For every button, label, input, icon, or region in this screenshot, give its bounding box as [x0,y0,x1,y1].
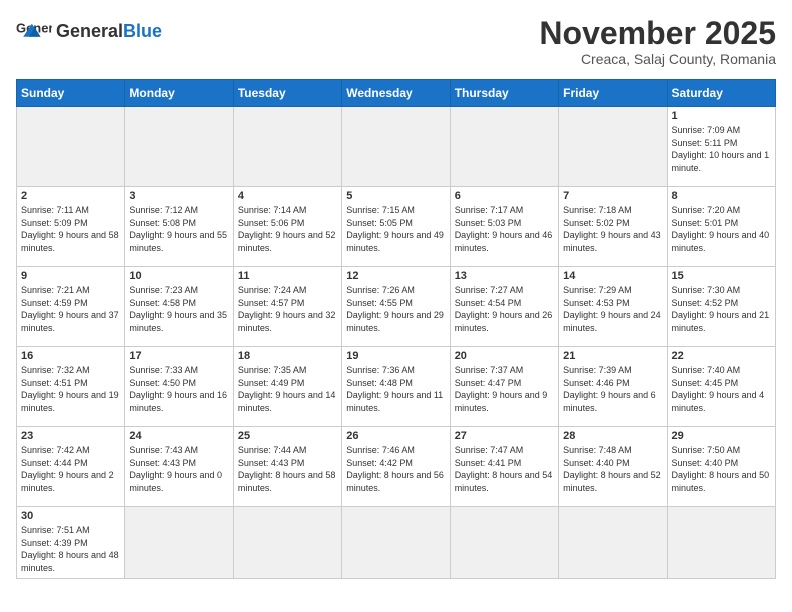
day-21: 21 Sunrise: 7:39 AM Sunset: 4:46 PM Dayl… [559,347,667,427]
day-2: 2 Sunrise: 7:11 AM Sunset: 5:09 PM Dayli… [17,187,125,267]
weekday-header-row: Sunday Monday Tuesday Wednesday Thursday… [17,80,776,107]
empty-cell [559,507,667,578]
day-30: 30 Sunrise: 7:51 AM Sunset: 4:39 PM Dayl… [17,507,125,578]
empty-cell [450,107,558,187]
empty-cell [559,107,667,187]
day-13: 13 Sunrise: 7:27 AM Sunset: 4:54 PM Dayl… [450,267,558,347]
calendar-row-3: 9 Sunrise: 7:21 AM Sunset: 4:59 PM Dayli… [17,267,776,347]
calendar-row-4: 16 Sunrise: 7:32 AM Sunset: 4:51 PM Dayl… [17,347,776,427]
header-friday: Friday [559,80,667,107]
day-19: 19 Sunrise: 7:36 AM Sunset: 4:48 PM Dayl… [342,347,450,427]
title-block: November 2025 Creaca, Salaj County, Roma… [539,16,776,67]
empty-cell [125,107,233,187]
page-header: General GeneralBlue November 2025 Creaca… [16,16,776,67]
calendar-row-6: 30 Sunrise: 7:51 AM Sunset: 4:39 PM Dayl… [17,507,776,578]
empty-cell [233,507,341,578]
header-monday: Monday [125,80,233,107]
day-6: 6 Sunrise: 7:17 AM Sunset: 5:03 PM Dayli… [450,187,558,267]
day-12: 12 Sunrise: 7:26 AM Sunset: 4:55 PM Dayl… [342,267,450,347]
day-20: 20 Sunrise: 7:37 AM Sunset: 4:47 PM Dayl… [450,347,558,427]
month-year-title: November 2025 [539,16,776,51]
day-10: 10 Sunrise: 7:23 AM Sunset: 4:58 PM Dayl… [125,267,233,347]
header-sunday: Sunday [17,80,125,107]
empty-cell [342,107,450,187]
day-3: 3 Sunrise: 7:12 AM Sunset: 5:08 PM Dayli… [125,187,233,267]
logo: General GeneralBlue [16,16,162,46]
day-11: 11 Sunrise: 7:24 AM Sunset: 4:57 PM Dayl… [233,267,341,347]
day-23: 23 Sunrise: 7:42 AM Sunset: 4:44 PM Dayl… [17,427,125,507]
empty-cell [125,507,233,578]
day-7: 7 Sunrise: 7:18 AM Sunset: 5:02 PM Dayli… [559,187,667,267]
day-22: 22 Sunrise: 7:40 AM Sunset: 4:45 PM Dayl… [667,347,775,427]
header-saturday: Saturday [667,80,775,107]
calendar-row-5: 23 Sunrise: 7:42 AM Sunset: 4:44 PM Dayl… [17,427,776,507]
day-9: 9 Sunrise: 7:21 AM Sunset: 4:59 PM Dayli… [17,267,125,347]
day-24: 24 Sunrise: 7:43 AM Sunset: 4:43 PM Dayl… [125,427,233,507]
day-17: 17 Sunrise: 7:33 AM Sunset: 4:50 PM Dayl… [125,347,233,427]
empty-cell [17,107,125,187]
day-14: 14 Sunrise: 7:29 AM Sunset: 4:53 PM Dayl… [559,267,667,347]
day-5: 5 Sunrise: 7:15 AM Sunset: 5:05 PM Dayli… [342,187,450,267]
day-8: 8 Sunrise: 7:20 AM Sunset: 5:01 PM Dayli… [667,187,775,267]
day-1: 1 Sunrise: 7:09 AM Sunset: 5:11 PM Dayli… [667,107,775,187]
location-subtitle: Creaca, Salaj County, Romania [539,51,776,67]
header-wednesday: Wednesday [342,80,450,107]
logo-icon: General [16,16,52,46]
header-thursday: Thursday [450,80,558,107]
day-4: 4 Sunrise: 7:14 AM Sunset: 5:06 PM Dayli… [233,187,341,267]
empty-cell [233,107,341,187]
day-25: 25 Sunrise: 7:44 AM Sunset: 4:43 PM Dayl… [233,427,341,507]
day-26: 26 Sunrise: 7:46 AM Sunset: 4:42 PM Dayl… [342,427,450,507]
header-tuesday: Tuesday [233,80,341,107]
logo-general: GeneralBlue [56,21,162,42]
day-18: 18 Sunrise: 7:35 AM Sunset: 4:49 PM Dayl… [233,347,341,427]
day-29: 29 Sunrise: 7:50 AM Sunset: 4:40 PM Dayl… [667,427,775,507]
day-15: 15 Sunrise: 7:30 AM Sunset: 4:52 PM Dayl… [667,267,775,347]
day-27: 27 Sunrise: 7:47 AM Sunset: 4:41 PM Dayl… [450,427,558,507]
logo-blue: Blue [123,21,162,41]
empty-cell [450,507,558,578]
empty-cell [667,507,775,578]
calendar-row-2: 2 Sunrise: 7:11 AM Sunset: 5:09 PM Dayli… [17,187,776,267]
day-16: 16 Sunrise: 7:32 AM Sunset: 4:51 PM Dayl… [17,347,125,427]
empty-cell [342,507,450,578]
day-28: 28 Sunrise: 7:48 AM Sunset: 4:40 PM Dayl… [559,427,667,507]
calendar-row-1: 1 Sunrise: 7:09 AM Sunset: 5:11 PM Dayli… [17,107,776,187]
calendar-table: Sunday Monday Tuesday Wednesday Thursday… [16,79,776,578]
